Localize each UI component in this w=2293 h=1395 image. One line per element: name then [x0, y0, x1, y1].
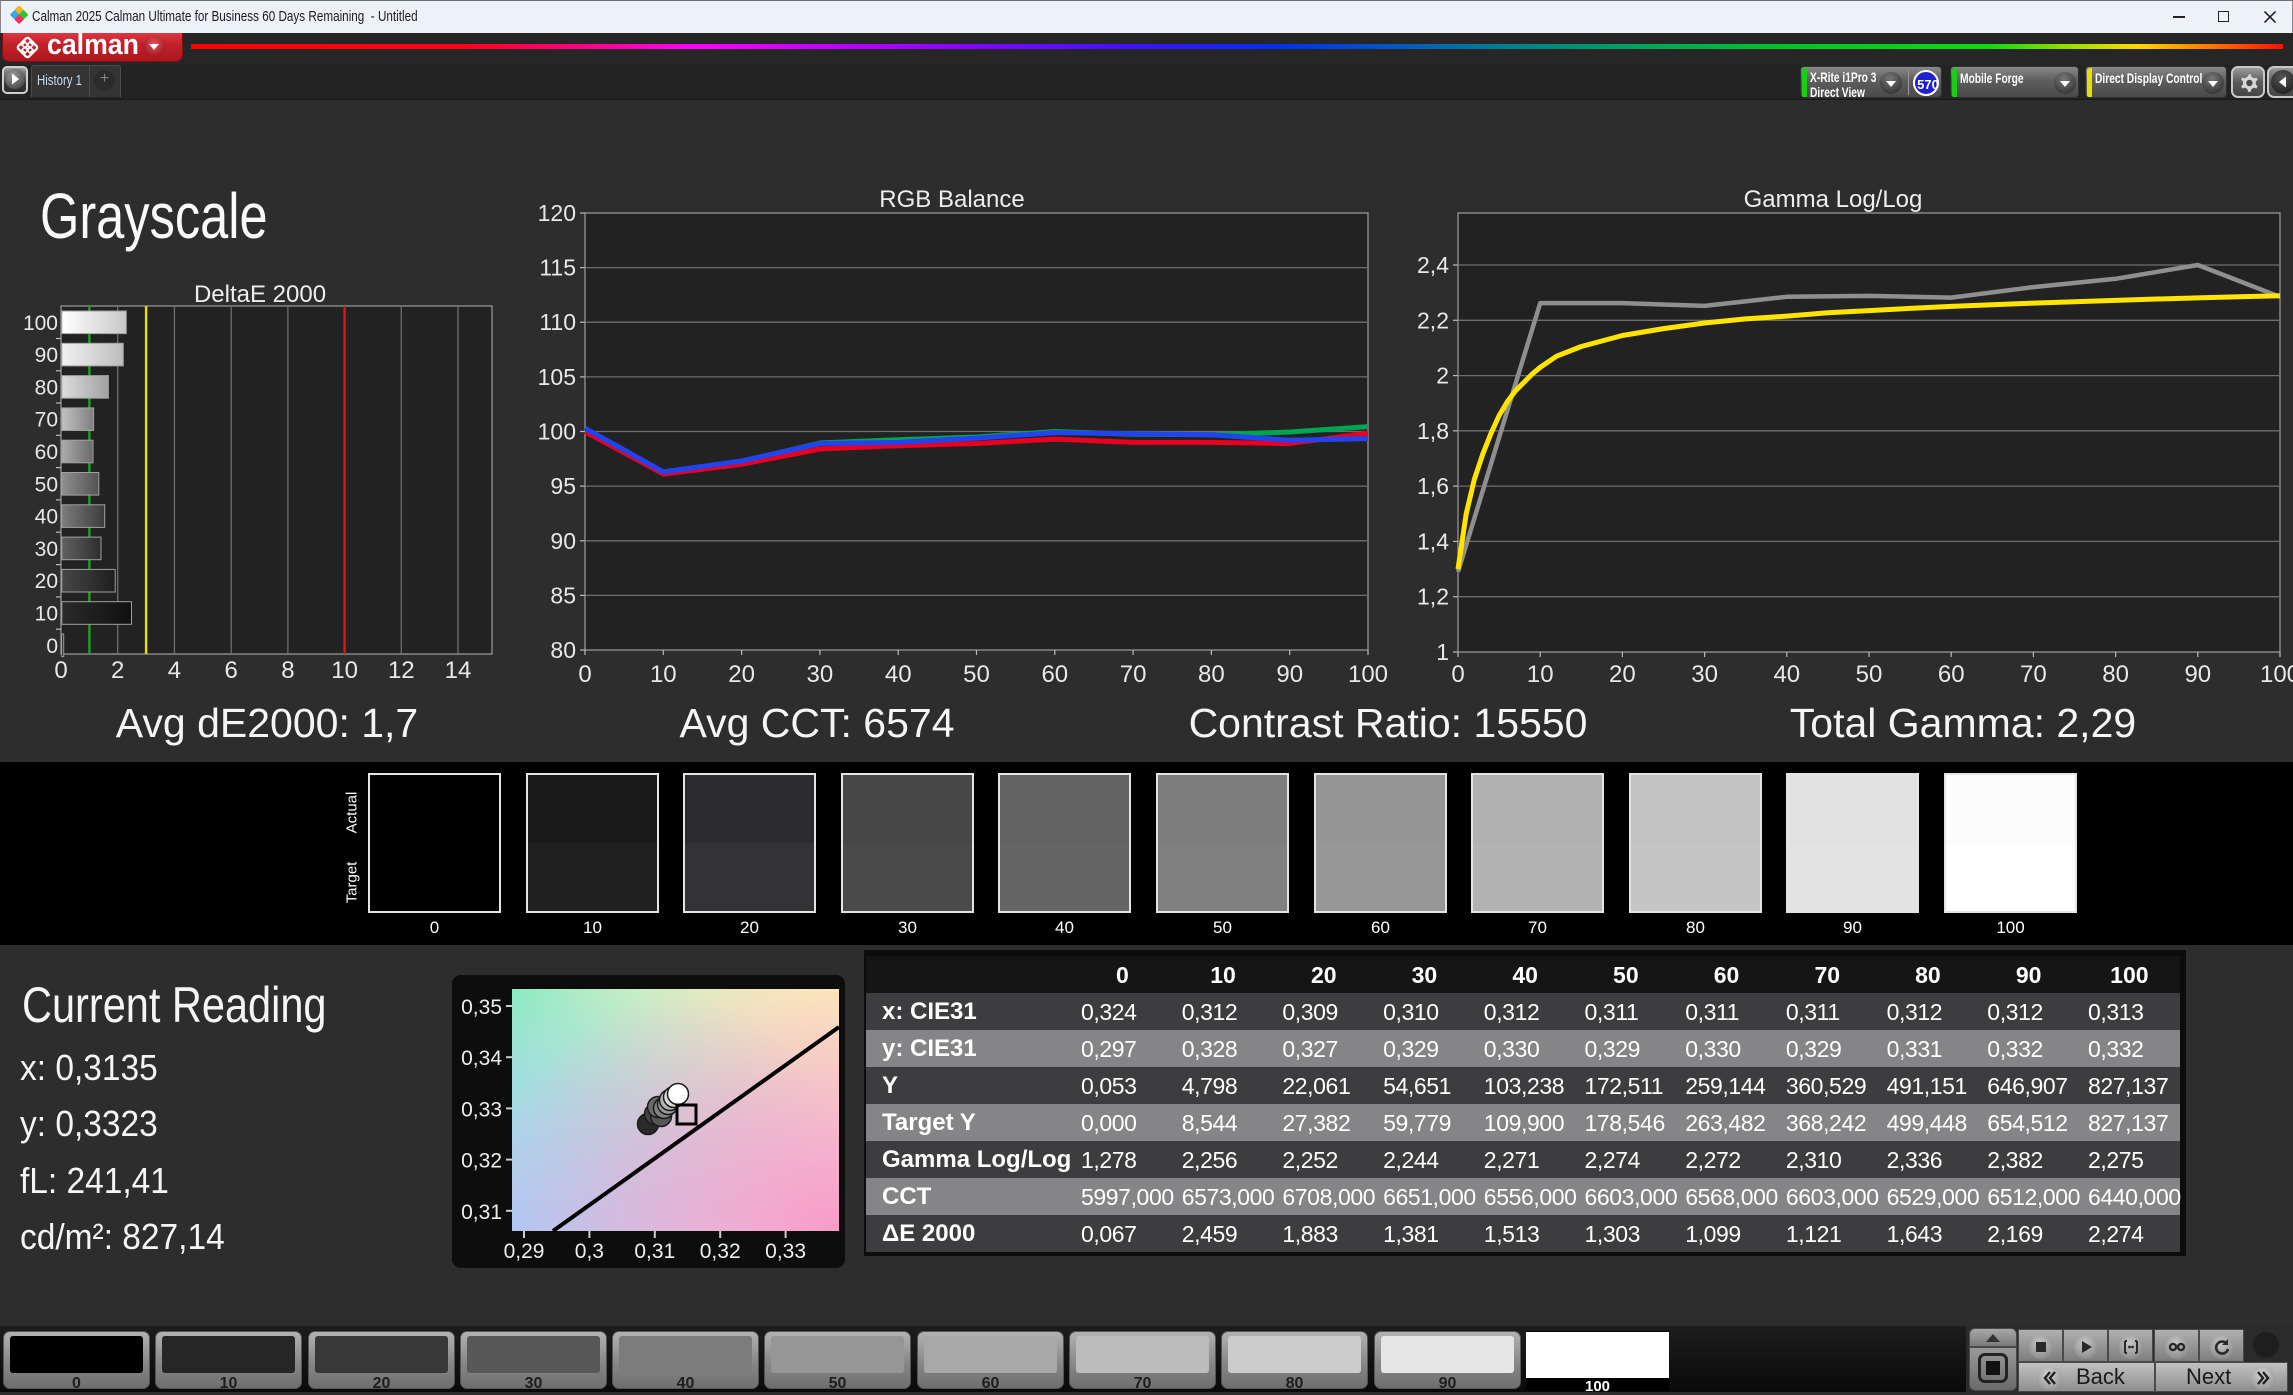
- svg-text:20: 20: [728, 661, 755, 688]
- svg-text:14: 14: [445, 657, 472, 684]
- svg-text:1: 1: [1436, 639, 1449, 665]
- svg-text:50: 50: [35, 473, 58, 496]
- svg-text:20: 20: [1609, 661, 1636, 688]
- svg-text:90: 90: [2184, 661, 2211, 688]
- svg-text:80: 80: [35, 376, 58, 399]
- svg-text:50: 50: [1856, 661, 1883, 688]
- svg-text:60: 60: [35, 441, 58, 464]
- svg-text:2,4: 2,4: [1417, 252, 1449, 278]
- svg-text:95: 95: [550, 473, 576, 499]
- svg-text:100: 100: [23, 312, 58, 335]
- svg-text:105: 105: [538, 364, 576, 390]
- svg-text:0,32: 0,32: [700, 1240, 741, 1263]
- svg-text:0: 0: [578, 661, 591, 688]
- svg-text:10: 10: [35, 603, 58, 626]
- svg-text:2,2: 2,2: [1417, 307, 1449, 333]
- svg-text:90: 90: [550, 528, 576, 554]
- svg-text:30: 30: [1691, 661, 1718, 688]
- svg-text:0: 0: [1451, 661, 1464, 688]
- svg-text:30: 30: [807, 661, 834, 688]
- svg-text:8: 8: [281, 657, 294, 684]
- svg-text:0,31: 0,31: [634, 1240, 675, 1263]
- svg-text:70: 70: [2020, 661, 2047, 688]
- svg-text:4: 4: [168, 657, 181, 684]
- svg-text:20: 20: [35, 570, 58, 593]
- svg-text:100: 100: [1348, 661, 1388, 688]
- svg-text:70: 70: [35, 409, 58, 432]
- svg-text:1,2: 1,2: [1417, 584, 1449, 610]
- svg-text:10: 10: [1527, 661, 1554, 688]
- svg-text:40: 40: [1773, 661, 1800, 688]
- svg-text:2: 2: [1436, 363, 1449, 389]
- svg-text:0,29: 0,29: [504, 1240, 545, 1263]
- svg-text:1,6: 1,6: [1417, 473, 1449, 499]
- svg-text:0,35: 0,35: [461, 996, 502, 1019]
- svg-text:10: 10: [650, 661, 677, 688]
- svg-text:85: 85: [550, 582, 576, 608]
- svg-text:0: 0: [46, 635, 58, 658]
- svg-text:90: 90: [35, 344, 58, 367]
- svg-text:100: 100: [538, 419, 576, 445]
- svg-text:0,33: 0,33: [461, 1098, 502, 1121]
- svg-text:115: 115: [539, 255, 576, 281]
- svg-text:100: 100: [2260, 661, 2293, 688]
- svg-text:80: 80: [2102, 661, 2129, 688]
- svg-text:80: 80: [550, 637, 576, 663]
- svg-text:40: 40: [885, 661, 912, 688]
- svg-text:1,4: 1,4: [1417, 528, 1449, 554]
- svg-text:12: 12: [388, 657, 415, 684]
- svg-text:60: 60: [1041, 661, 1068, 688]
- svg-text:30: 30: [35, 538, 58, 561]
- svg-text:60: 60: [1938, 661, 1965, 688]
- svg-text:6: 6: [225, 657, 238, 684]
- svg-text:1,8: 1,8: [1417, 418, 1449, 444]
- svg-text:50: 50: [963, 661, 990, 688]
- svg-text:10: 10: [331, 657, 358, 684]
- svg-text:0: 0: [54, 657, 67, 684]
- svg-text:80: 80: [1198, 661, 1225, 688]
- svg-text:0,34: 0,34: [461, 1047, 502, 1070]
- svg-text:70: 70: [1120, 661, 1147, 688]
- svg-text:2: 2: [111, 657, 124, 684]
- svg-text:0,31: 0,31: [461, 1201, 502, 1224]
- svg-text:110: 110: [539, 309, 576, 335]
- svg-text:0,32: 0,32: [461, 1150, 502, 1173]
- svg-text:90: 90: [1276, 661, 1303, 688]
- svg-text:120: 120: [538, 200, 576, 226]
- svg-text:0,33: 0,33: [765, 1240, 806, 1263]
- svg-text:40: 40: [35, 506, 58, 529]
- svg-text:0,3: 0,3: [575, 1240, 604, 1263]
